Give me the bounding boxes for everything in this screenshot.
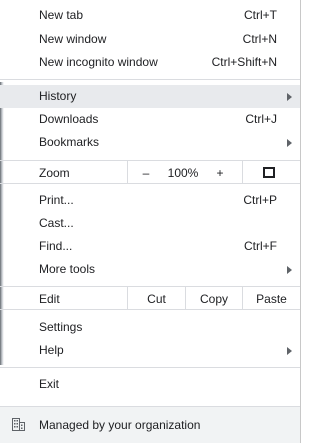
menu-item-new-window[interactable]: New window Ctrl+N	[0, 28, 300, 51]
menu-item-label: New tab	[39, 8, 84, 22]
menu-item-shortcut: Ctrl+J	[245, 112, 277, 126]
menu-item-shortcut: Ctrl+P	[243, 193, 277, 207]
zoom-in-button[interactable]: +	[202, 161, 238, 185]
menu-item-label: New incognito window	[39, 55, 158, 69]
menu-item-label: Bookmarks	[39, 135, 100, 149]
chevron-right-icon	[287, 266, 292, 274]
zoom-row: Zoom – 100% +	[0, 160, 300, 184]
menu-item-help[interactable]: Help	[0, 339, 300, 362]
menu-item-shortcut: Ctrl+T	[244, 8, 277, 22]
menu-item-label: Print...	[39, 193, 74, 207]
menu-item-more-tools[interactable]: More tools	[0, 258, 300, 281]
menu-item-find[interactable]: Find... Ctrl+F	[0, 235, 300, 258]
menu-item-settings[interactable]: Settings	[0, 316, 300, 339]
fullscreen-icon[interactable]	[263, 167, 275, 178]
menu-item-new-incognito-window[interactable]: New incognito window Ctrl+Shift+N	[0, 51, 300, 74]
zoom-label: Zoom	[39, 166, 70, 180]
menu-item-downloads[interactable]: Downloads Ctrl+J	[0, 108, 300, 131]
edit-label: Edit	[39, 292, 60, 306]
menu-item-history[interactable]: History	[0, 85, 300, 108]
paste-button[interactable]: Paste	[243, 287, 300, 311]
chevron-right-icon	[287, 139, 292, 147]
menu-item-shortcut: Ctrl+Shift+N	[211, 55, 277, 69]
managed-label: Managed by your organization	[39, 418, 201, 432]
menu-item-print[interactable]: Print... Ctrl+P	[0, 189, 300, 212]
menu-item-label: Exit	[39, 377, 60, 391]
menu-item-label: New window	[39, 32, 107, 46]
menu-item-label: Cast...	[39, 216, 74, 230]
zoom-level: 100%	[167, 166, 199, 180]
separator	[0, 367, 300, 368]
divider	[242, 161, 243, 183]
building-icon	[12, 418, 25, 431]
menu-item-label: Settings	[39, 320, 83, 334]
menu-item-bookmarks[interactable]: Bookmarks	[0, 131, 300, 154]
menu-item-label: Help	[39, 343, 64, 357]
chevron-right-icon	[287, 347, 292, 355]
cut-button[interactable]: Cut	[128, 287, 185, 311]
chrome-menu: New tab Ctrl+T New window Ctrl+N New inc…	[0, 0, 301, 443]
menu-item-label: History	[39, 89, 77, 103]
menu-item-label: More tools	[39, 262, 96, 276]
edit-row: Edit Cut Copy Paste	[0, 286, 300, 310]
menu-item-cast[interactable]: Cast...	[0, 212, 300, 235]
menu-item-label: Downloads	[39, 112, 99, 126]
menu-item-shortcut: Ctrl+F	[244, 239, 277, 253]
chevron-right-icon	[287, 93, 292, 101]
copy-button[interactable]: Copy	[186, 287, 242, 311]
menu-item-new-tab[interactable]: New tab Ctrl+T	[0, 4, 300, 27]
menu-item-label: Find...	[39, 239, 73, 253]
menu-item-shortcut: Ctrl+N	[242, 32, 277, 46]
zoom-out-button[interactable]: –	[128, 161, 164, 185]
separator	[0, 79, 300, 80]
managed-footer[interactable]: Managed by your organization	[0, 406, 300, 443]
menu-item-exit[interactable]: Exit	[0, 373, 300, 396]
